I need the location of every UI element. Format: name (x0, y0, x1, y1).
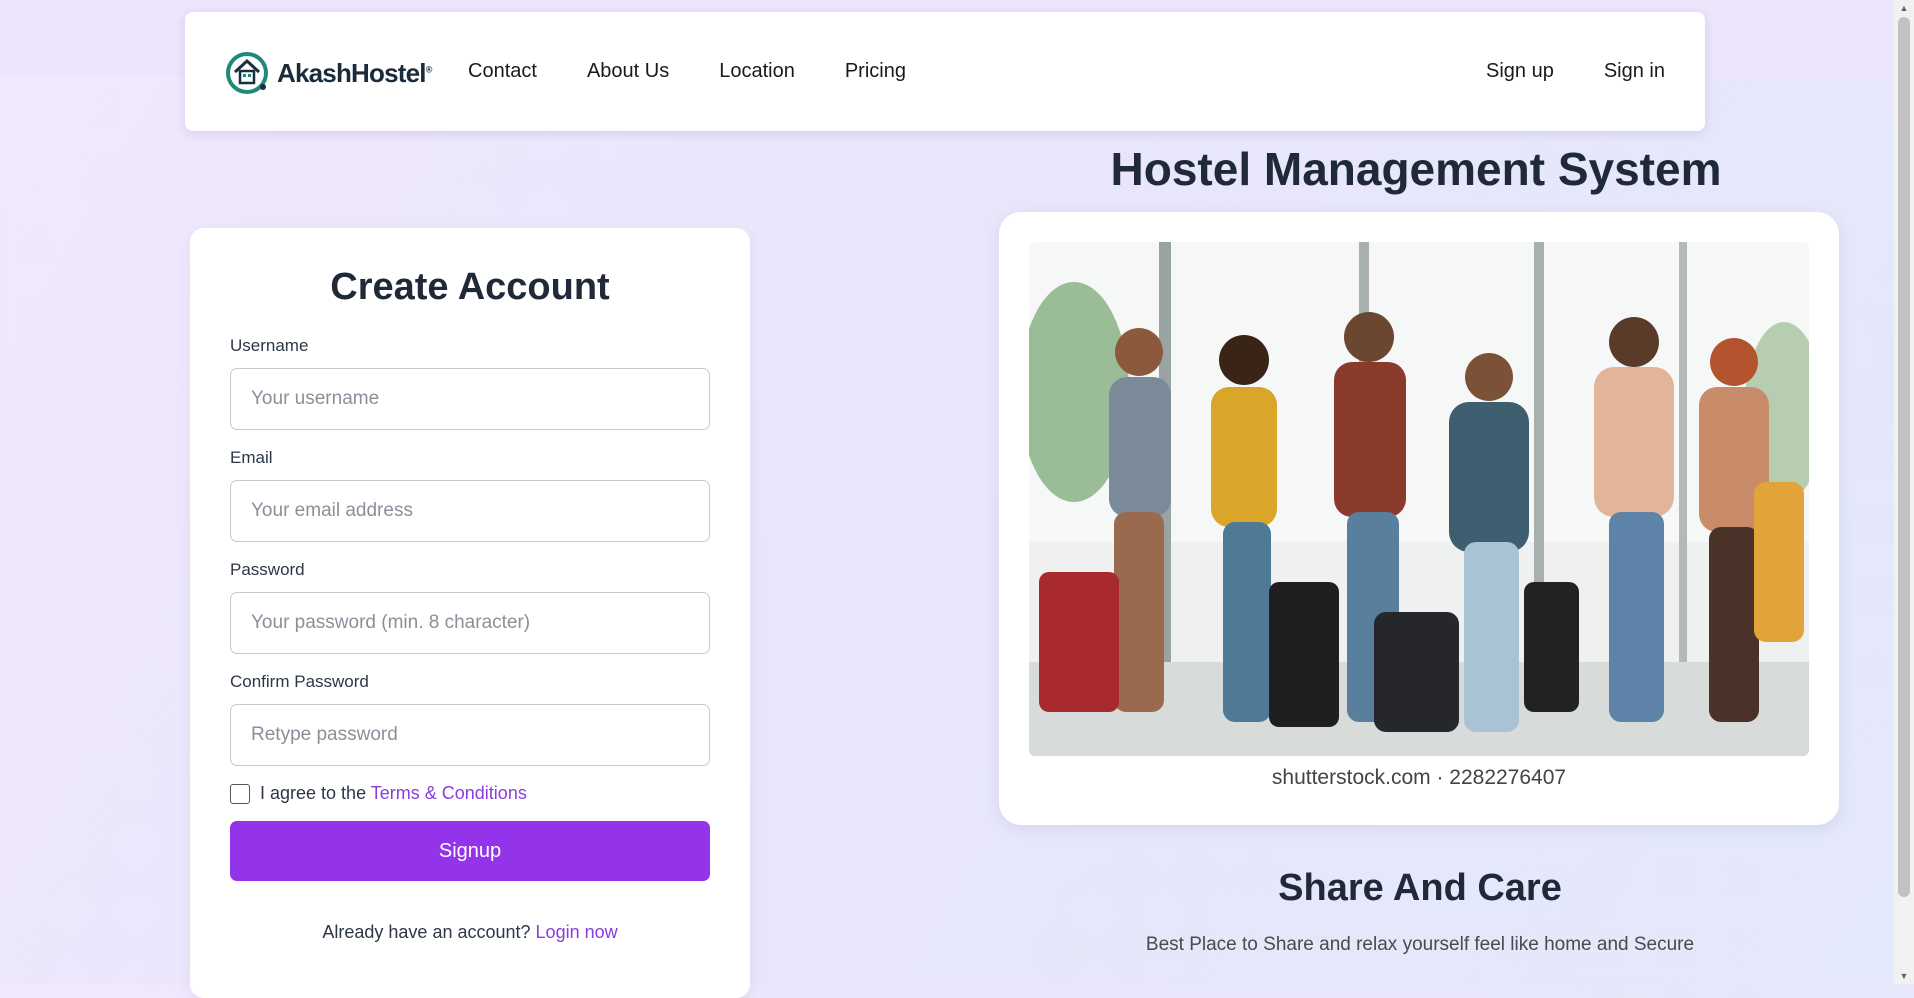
hero-image-card: shutterstock.com · 2282276407 (999, 212, 1839, 825)
tagline-heading: Share And Care (1278, 867, 1562, 909)
page-title: Hostel Management System (1110, 143, 1722, 195)
login-prompt-text: Already have an account? (322, 922, 531, 942)
nav-link-pricing[interactable]: Pricing (845, 60, 906, 83)
username-input[interactable] (230, 368, 710, 430)
email-label: Email (230, 448, 273, 467)
signup-button[interactable]: Signup (230, 821, 710, 881)
password-input[interactable] (230, 592, 710, 654)
signup-title: Create Account (330, 266, 610, 308)
scroll-down-arrow-icon[interactable]: ▼ (1894, 968, 1914, 984)
tagline-subtext: Best Place to Share and relax yourself f… (1145, 934, 1695, 955)
login-prompt: Already have an account? Login now (190, 922, 750, 943)
username-label: Username (230, 336, 309, 355)
hero-photo (1029, 242, 1809, 756)
password-label: Password (230, 560, 305, 579)
email-input[interactable] (230, 480, 710, 542)
nav-link-location[interactable]: Location (719, 60, 795, 83)
nav-signup-link[interactable]: Sign up (1486, 60, 1554, 83)
nav-auth-links: Sign up Sign in (1486, 60, 1665, 83)
scrollbar-thumb[interactable] (1898, 17, 1910, 897)
terms-agree-row: I agree to the Terms & Conditions (230, 783, 527, 804)
nav-link-about-us[interactable]: About Us (587, 60, 669, 83)
nav-link-contact[interactable]: Contact (468, 60, 537, 83)
scroll-up-arrow-icon[interactable]: ▲ (1894, 0, 1914, 16)
agree-label: I agree to the Terms & Conditions (260, 783, 527, 803)
confirm-password-input[interactable] (230, 704, 710, 766)
nav-links: Contact About Us Location Pricing (468, 60, 906, 83)
logo-registered-mark: ® (425, 63, 433, 74)
hostel-group-photo-illustration (1029, 242, 1809, 756)
vertical-scrollbar[interactable]: ▲ ▼ (1894, 0, 1914, 984)
signup-card: Create Account Username Email Password C… (190, 228, 750, 998)
site-logo[interactable]: AkashHostel® (225, 50, 432, 96)
logo-icon (226, 52, 268, 94)
image-credit: shutterstock.com · 2282276407 (1271, 766, 1567, 789)
terms-checkbox[interactable] (230, 783, 250, 804)
nav-signin-link[interactable]: Sign in (1604, 60, 1665, 83)
top-navbar: AkashHostel® Contact About Us Location P… (185, 12, 1705, 131)
confirm-password-label: Confirm Password (230, 672, 369, 691)
terms-link[interactable]: Terms & Conditions (371, 783, 527, 803)
logo-text: AkashHostel® (277, 57, 433, 88)
login-link[interactable]: Login now (536, 922, 618, 942)
